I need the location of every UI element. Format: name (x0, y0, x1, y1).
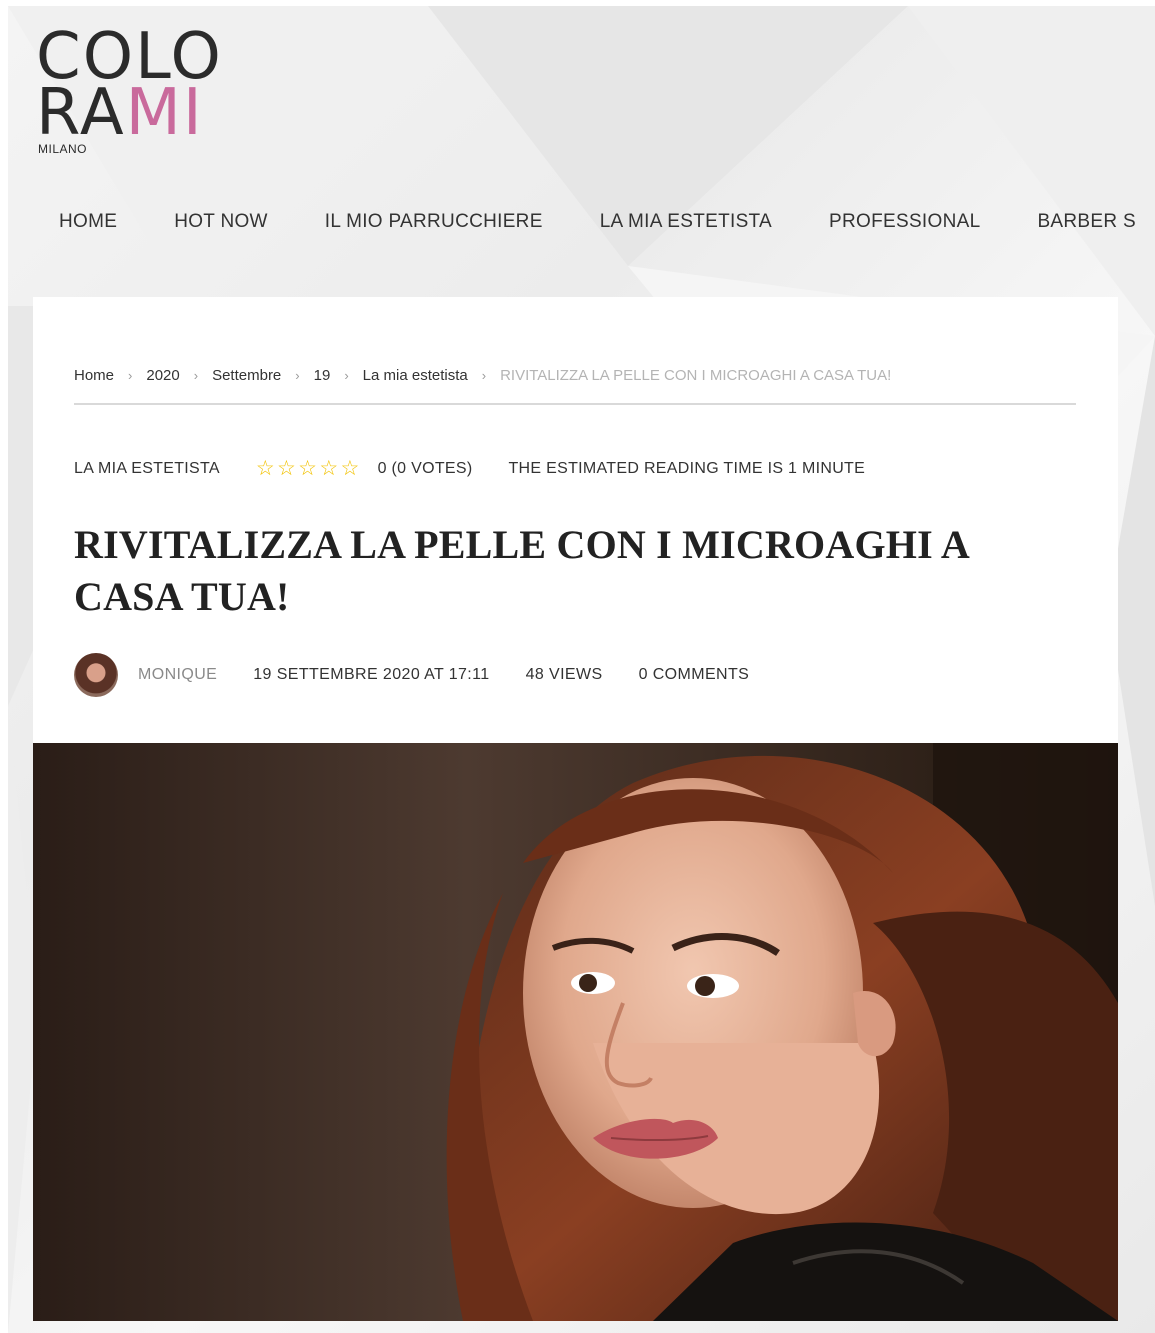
breadcrumb-separator-icon: › (128, 367, 133, 383)
post-date: 19 SETTEMBRE 2020 AT 17:11 (253, 666, 490, 683)
article-card: Home › 2020 › Settembre › 19 › La mia es… (33, 297, 1118, 1321)
author-name-link[interactable]: MONIQUE (138, 666, 217, 684)
breadcrumb-day[interactable]: 19 (314, 367, 331, 384)
logo-line-2-pink: MI (125, 76, 204, 150)
rating-votes: 0 (0 VOTES) (377, 460, 473, 477)
nav-item-la-mia-estetista[interactable]: LA MIA ESTETISTA (600, 211, 772, 233)
site-logo[interactable]: COLO RAMI MILANO (36, 25, 246, 158)
nav-item-hot-now[interactable]: HOT NOW (174, 211, 268, 233)
breadcrumb-separator-icon: › (193, 367, 199, 383)
post-meta-top: LA MIA ESTETISTA ☆ ☆ ☆ ☆ ☆ 0 (0 VOTES) T… (74, 457, 865, 481)
post-category-link[interactable]: LA MIA ESTETISTA (74, 460, 220, 478)
breadcrumb-home[interactable]: Home (74, 367, 114, 384)
post-comments-link[interactable]: 0 COMMENTS (639, 666, 750, 684)
nav-item-professional[interactable]: PROFESSIONAL (829, 211, 980, 233)
nav-item-home[interactable]: HOME (59, 211, 117, 233)
breadcrumb-divider (74, 403, 1076, 405)
breadcrumb: Home › 2020 › Settembre › 19 › La mia es… (74, 363, 1076, 387)
breadcrumb-separator-icon: › (344, 367, 349, 383)
breadcrumb-separator-icon: › (481, 367, 487, 383)
breadcrumb-month[interactable]: Settembre (212, 367, 281, 384)
star-icon[interactable]: ☆ (256, 458, 275, 479)
author-avatar[interactable] (74, 653, 118, 697)
reading-time: THE ESTIMATED READING TIME IS 1 MINUTE (508, 460, 866, 477)
featured-image (33, 743, 1118, 1321)
logo-subtitle: MILANO (38, 142, 88, 156)
main-navigation: HOME HOT NOW IL MIO PARRUCCHIERE LA MIA … (8, 192, 1155, 252)
logo-line-2-dark: RA (36, 76, 126, 150)
star-icon[interactable]: ☆ (298, 458, 317, 479)
breadcrumb-current: RIVITALIZZA LA PELLE CON I MICROAGHI A C… (500, 366, 892, 384)
nav-item-il-mio-parrucchiere[interactable]: IL MIO PARRUCCHIERE (325, 211, 543, 233)
nav-item-barber-shop[interactable]: BARBER S (1037, 211, 1136, 233)
star-icon[interactable]: ☆ (319, 458, 338, 479)
breadcrumb-category[interactable]: La mia estetista (363, 367, 468, 384)
breadcrumb-year[interactable]: 2020 (146, 367, 179, 384)
breadcrumb-separator-icon: › (295, 367, 300, 383)
post-title: RIVITALIZZA LA PELLE CON I MICROAGHI A C… (74, 522, 968, 619)
logo-line-2: RAMI (36, 81, 204, 145)
star-icon[interactable]: ☆ (277, 458, 296, 479)
star-icon[interactable]: ☆ (340, 458, 359, 479)
star-rating: ☆ ☆ ☆ ☆ ☆ (256, 458, 362, 479)
post-views: 48 VIEWS (525, 666, 603, 683)
post-meta-author: MONIQUE 19 SETTEMBRE 2020 AT 17:11 48 VI… (74, 653, 749, 697)
featured-image-portrait (33, 743, 1118, 1321)
